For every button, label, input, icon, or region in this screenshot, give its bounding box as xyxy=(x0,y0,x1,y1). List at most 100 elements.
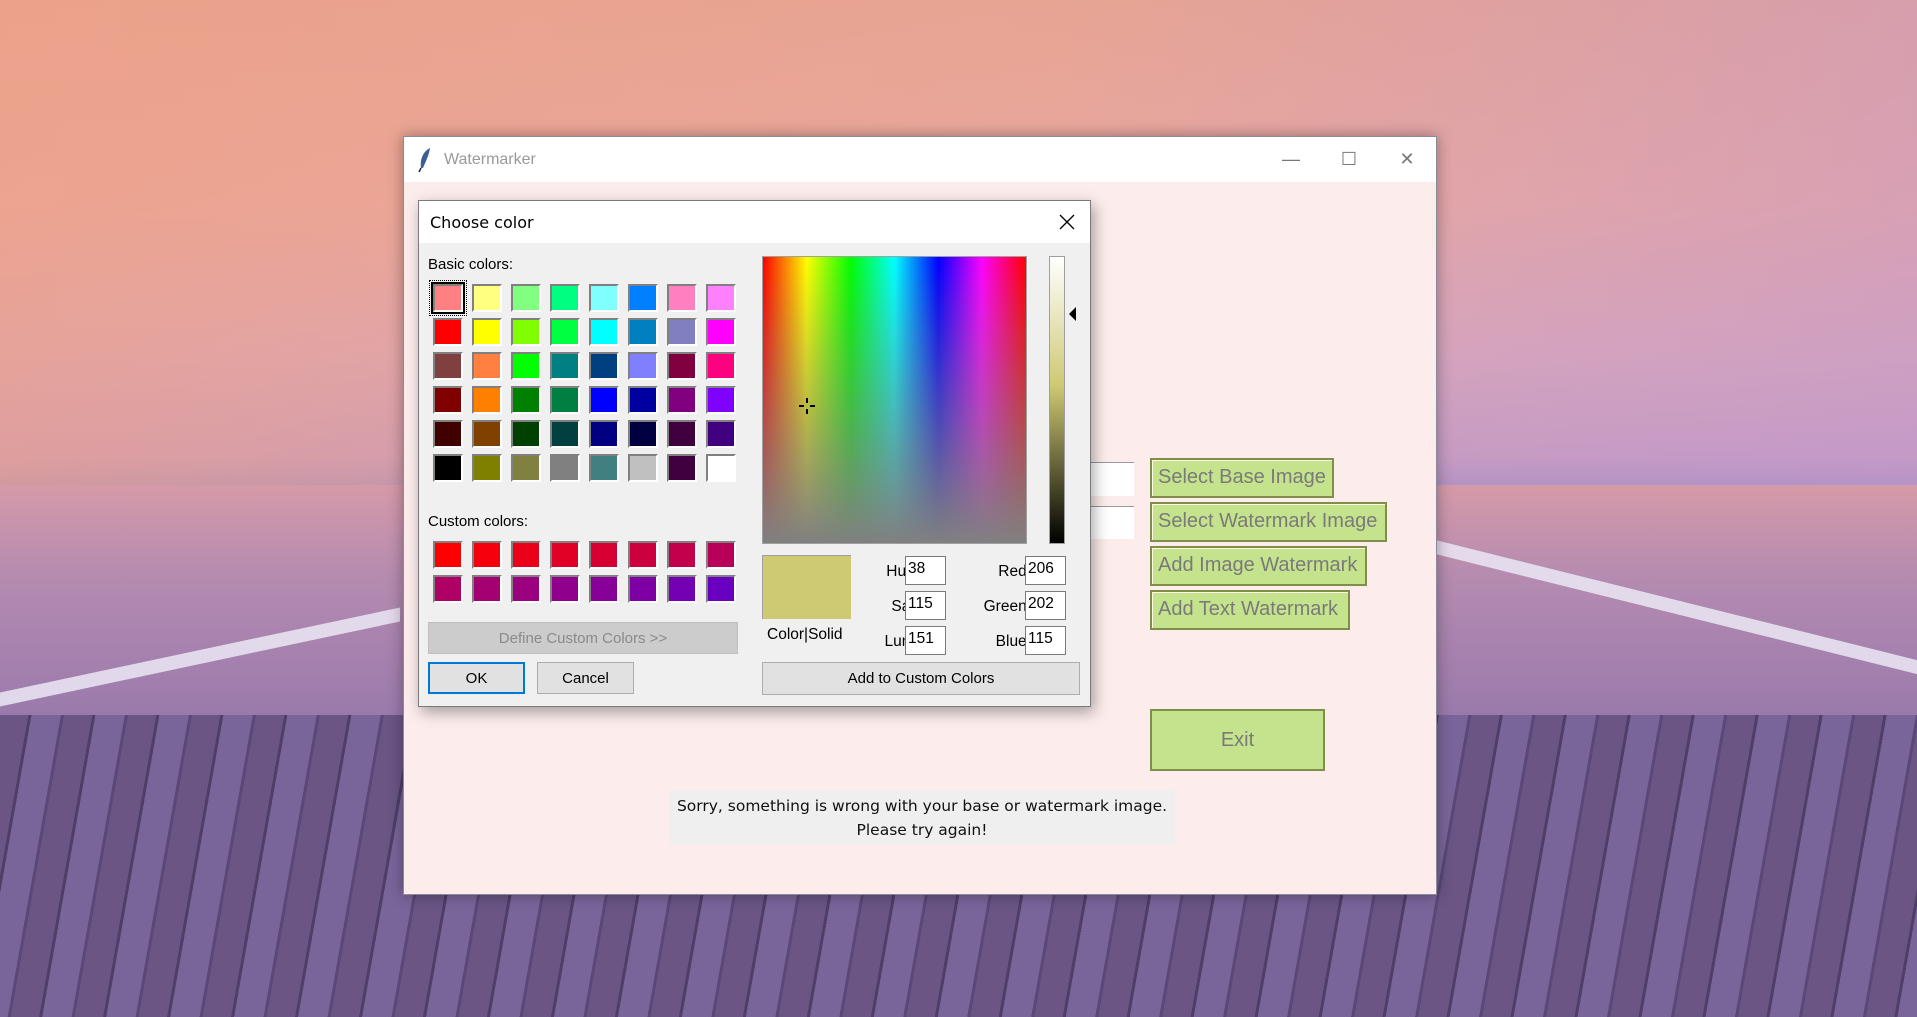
basic-color-swatch[interactable] xyxy=(433,420,463,448)
custom-color-swatch[interactable] xyxy=(628,541,658,569)
basic-color-swatch[interactable] xyxy=(550,454,580,482)
basic-color-swatch[interactable] xyxy=(628,352,658,380)
basic-color-swatch[interactable] xyxy=(511,420,541,448)
basic-color-swatch[interactable] xyxy=(472,454,502,482)
basic-color-swatch[interactable] xyxy=(433,318,463,346)
basic-color-swatch[interactable] xyxy=(706,454,736,482)
custom-color-swatch[interactable] xyxy=(706,575,736,603)
basic-color-swatch[interactable] xyxy=(511,386,541,414)
add-text-watermark-button[interactable]: Add Text Watermark xyxy=(1150,590,1350,630)
basic-colors-label: Basic colors: xyxy=(428,256,514,273)
dialog-title-bar[interactable]: Choose color xyxy=(419,201,1090,243)
custom-color-swatch[interactable] xyxy=(628,575,658,603)
luminosity-arrow-icon[interactable] xyxy=(1069,307,1076,321)
select-watermark-image-button[interactable]: Select Watermark Image xyxy=(1150,502,1387,542)
basic-color-swatch[interactable] xyxy=(589,420,619,448)
green-label: Green: xyxy=(983,598,1031,615)
basic-color-swatch[interactable] xyxy=(550,352,580,380)
basic-color-swatch[interactable] xyxy=(667,420,697,448)
basic-color-swatch[interactable] xyxy=(628,386,658,414)
basic-color-swatch[interactable] xyxy=(667,284,697,312)
select-base-image-button[interactable]: Select Base Image xyxy=(1150,458,1334,498)
hue-input[interactable]: 38 xyxy=(905,556,946,585)
maximize-button[interactable]: ☐ xyxy=(1320,137,1378,182)
custom-color-swatch[interactable] xyxy=(550,575,580,603)
basic-color-swatch[interactable] xyxy=(628,284,658,312)
basic-color-swatch[interactable] xyxy=(550,386,580,414)
basic-color-swatch[interactable] xyxy=(433,386,463,414)
custom-color-swatch[interactable] xyxy=(511,541,541,569)
basic-color-swatch[interactable] xyxy=(628,318,658,346)
basic-color-swatch[interactable] xyxy=(589,284,619,312)
basic-color-swatch[interactable] xyxy=(706,386,736,414)
basic-color-swatch[interactable] xyxy=(589,318,619,346)
basic-color-swatch[interactable] xyxy=(429,280,467,316)
basic-color-swatch[interactable] xyxy=(667,454,697,482)
basic-color-swatch[interactable] xyxy=(511,454,541,482)
basic-color-swatch[interactable] xyxy=(667,352,697,380)
basic-color-swatch[interactable] xyxy=(706,318,736,346)
dialog-close-button[interactable] xyxy=(1044,201,1090,243)
basic-color-swatch[interactable] xyxy=(472,284,502,312)
define-custom-colors-button[interactable]: Define Custom Colors >> xyxy=(428,622,738,654)
basic-color-swatch[interactable] xyxy=(628,454,658,482)
custom-colors-label: Custom colors: xyxy=(428,513,529,530)
basic-color-swatch[interactable] xyxy=(433,352,463,380)
error-message-line1: Sorry, something is wrong with your base… xyxy=(676,797,1168,815)
minimize-icon: — xyxy=(1282,149,1300,169)
basic-color-swatch[interactable] xyxy=(667,318,697,346)
window-title-bar[interactable]: Watermarker — ☐ ✕ xyxy=(404,137,1436,182)
custom-color-swatch[interactable] xyxy=(589,541,619,569)
luminosity-slider[interactable] xyxy=(1049,256,1065,544)
basic-color-swatch[interactable] xyxy=(472,318,502,346)
exit-button[interactable]: Exit xyxy=(1150,709,1325,771)
blue-input[interactable]: 115 xyxy=(1025,626,1066,655)
close-window-button[interactable]: ✕ xyxy=(1378,137,1436,182)
basic-color-swatch[interactable] xyxy=(589,352,619,380)
basic-color-swatch[interactable] xyxy=(472,352,502,380)
custom-color-swatch[interactable] xyxy=(472,575,502,603)
sat-input[interactable]: 115 xyxy=(905,591,946,620)
window-title: Watermarker xyxy=(444,151,536,168)
crosshair-cursor-icon[interactable] xyxy=(797,396,817,416)
minimize-button[interactable]: — xyxy=(1262,137,1320,182)
custom-color-swatch[interactable] xyxy=(667,541,697,569)
basic-color-swatch[interactable] xyxy=(706,284,736,312)
basic-color-swatch[interactable] xyxy=(511,284,541,312)
basic-color-swatch[interactable] xyxy=(706,420,736,448)
basic-color-swatch[interactable] xyxy=(472,420,502,448)
basic-color-swatch[interactable] xyxy=(589,454,619,482)
custom-color-swatch[interactable] xyxy=(706,541,736,569)
custom-color-swatch[interactable] xyxy=(550,541,580,569)
custom-color-swatch[interactable] xyxy=(511,575,541,603)
close-icon: ✕ xyxy=(1399,149,1415,169)
custom-color-swatch[interactable] xyxy=(433,575,463,603)
basic-color-swatch[interactable] xyxy=(550,318,580,346)
maximize-icon: ☐ xyxy=(1340,149,1358,169)
lum-input[interactable]: 151 xyxy=(905,626,946,655)
red-input[interactable]: 206 xyxy=(1025,556,1066,585)
ok-button[interactable]: OK xyxy=(428,662,525,694)
red-label: Red: xyxy=(998,563,1031,580)
add-image-watermark-button[interactable]: Add Image Watermark xyxy=(1150,546,1367,586)
custom-color-swatch[interactable] xyxy=(667,575,697,603)
custom-color-swatch[interactable] xyxy=(589,575,619,603)
feather-icon xyxy=(418,148,430,173)
basic-color-swatch[interactable] xyxy=(511,318,541,346)
custom-color-swatch[interactable] xyxy=(472,541,502,569)
custom-color-swatch[interactable] xyxy=(433,541,463,569)
green-input[interactable]: 202 xyxy=(1025,591,1066,620)
basic-color-swatch[interactable] xyxy=(628,420,658,448)
basic-color-swatch[interactable] xyxy=(706,352,736,380)
basic-color-swatch[interactable] xyxy=(667,386,697,414)
add-to-custom-colors-button[interactable]: Add to Custom Colors xyxy=(762,662,1080,695)
color-preview xyxy=(762,555,851,619)
basic-color-swatch[interactable] xyxy=(511,352,541,380)
basic-color-swatch[interactable] xyxy=(550,284,580,312)
basic-color-swatch[interactable] xyxy=(433,454,463,482)
error-message-line2: Please try again! xyxy=(856,821,988,839)
basic-color-swatch[interactable] xyxy=(589,386,619,414)
basic-color-swatch[interactable] xyxy=(472,386,502,414)
cancel-button[interactable]: Cancel xyxy=(537,662,634,694)
basic-color-swatch[interactable] xyxy=(550,420,580,448)
